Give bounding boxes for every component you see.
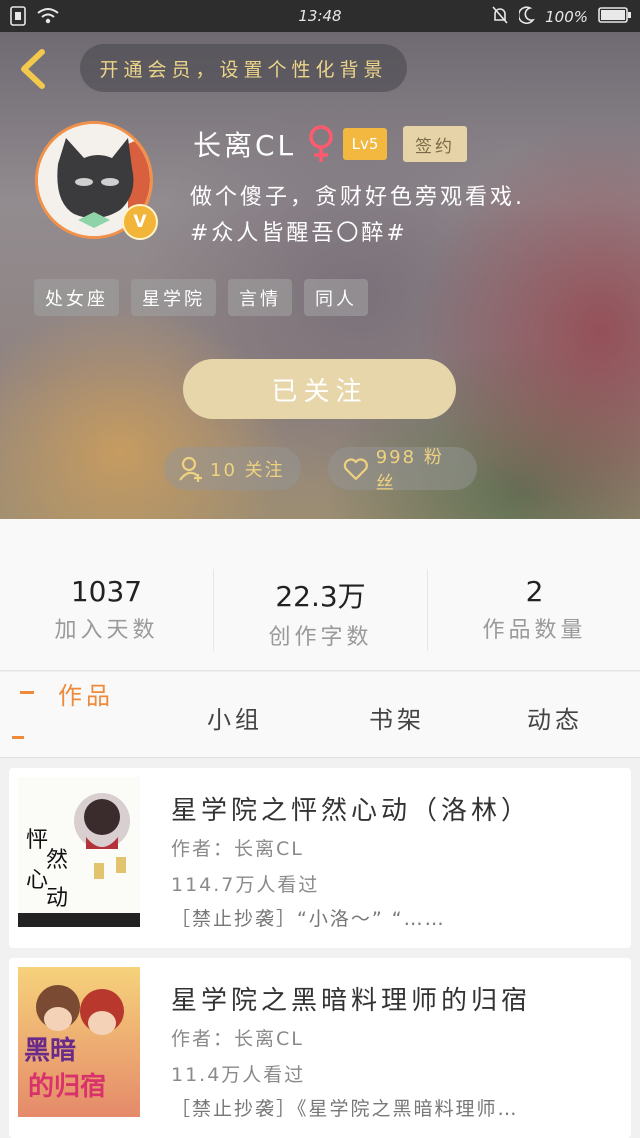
tag[interactable]: 同人	[304, 279, 368, 316]
svg-text:动: 动	[46, 886, 68, 911]
book-cover: 黑暗 的归宿	[18, 967, 140, 1117]
heart-icon	[343, 457, 368, 480]
stats-panel: 1037 加入天数 22.3万 创作字数 2 作品数量	[0, 519, 640, 671]
battery-icon	[598, 6, 632, 28]
work-title: 星学院之怦然心动（洛林）	[171, 796, 532, 826]
work-views: 114.7万人看过	[171, 874, 320, 896]
battery-percent: 100%	[545, 8, 588, 26]
svg-text:心: 心	[26, 868, 48, 893]
tag[interactable]: 言情	[228, 279, 292, 316]
stat-value: 2	[525, 575, 544, 608]
book-cover: 怦 然 心 动	[18, 777, 140, 927]
fans-count: 998 粉丝	[375, 446, 444, 494]
work-author: 作者：长离CL	[171, 838, 304, 860]
stat-word-count: 22.3万 创作字数	[214, 575, 427, 651]
moon-icon	[517, 6, 536, 28]
vip-background-banner[interactable]: 开通会员，设置个性化背景	[80, 44, 407, 92]
profile-header: 开通会员，设置个性化背景 V 长离CL Lv5 签约 做个傻子，贪财好色旁观看戏…	[0, 32, 640, 519]
username: 长离CL	[193, 129, 297, 162]
mute-icon	[491, 5, 509, 29]
work-author: 作者：长离CL	[171, 1028, 304, 1050]
svg-text:然: 然	[46, 848, 68, 873]
user-add-icon	[179, 456, 202, 482]
svg-text:黑暗: 黑暗	[24, 1036, 76, 1066]
chevron-left-icon	[21, 49, 45, 89]
followed-button[interactable]: 已关注	[183, 359, 456, 419]
status-bar: 13:48 100%	[0, 0, 640, 32]
stat-value: 22.3万	[275, 580, 366, 613]
svg-text:的归宿: 的归宿	[28, 1071, 106, 1102]
work-card[interactable]: 黑暗 的归宿 星学院之黑暗料理师的归宿 作者：长离CL 11.4万人看过 ［禁止…	[9, 958, 631, 1138]
bio: 做个傻子，贪财好色旁观看戏. #众人皆醒吾〇醉#	[190, 180, 610, 252]
stat-label: 作品数量	[482, 618, 587, 643]
work-description: ［禁止抄袭］《星学院之黑暗料理师…	[171, 1098, 519, 1120]
work-views: 11.4万人看过	[171, 1064, 306, 1086]
female-icon	[309, 125, 333, 162]
tag-list: 处女座 星学院 言情 同人	[34, 279, 368, 316]
stat-label: 创作字数	[268, 625, 373, 650]
tag[interactable]: 处女座	[34, 279, 119, 316]
stat-label: 加入天数	[54, 618, 159, 643]
back-button[interactable]	[14, 46, 54, 92]
signed-badge: 签约	[403, 126, 467, 162]
following-count: 10 关注	[210, 459, 285, 481]
tab-bookshelf[interactable]: 书架	[369, 700, 425, 735]
work-title: 星学院之黑暗料理师的归宿	[171, 986, 532, 1016]
fans-button[interactable]: 998 粉丝	[328, 447, 477, 494]
tab-works[interactable]: 作品	[58, 676, 114, 711]
stat-value: 1037	[70, 575, 143, 608]
tab-indicator	[12, 736, 24, 739]
tab-activity[interactable]: 动态	[527, 700, 583, 735]
bio-line: 做个傻子，贪财好色旁观看戏.	[190, 185, 525, 210]
work-description: ［禁止抄袭］“小洛～” “……	[171, 908, 446, 930]
stat-works-count: 2 作品数量	[428, 575, 640, 644]
vip-badge: V	[122, 204, 158, 240]
svg-text:怦: 怦	[26, 828, 48, 853]
following-button[interactable]: 10 关注	[164, 447, 301, 490]
tab-indicator	[20, 691, 34, 694]
tab-groups[interactable]: 小组	[207, 700, 263, 735]
bio-line: #众人皆醒吾〇醉#	[190, 221, 408, 246]
level-badge: Lv5	[343, 128, 387, 160]
work-card[interactable]: 怦 然 心 动 星学院之怦然心动（洛林） 作者：长离CL 114.7万人看过 ［…	[9, 768, 631, 948]
tag[interactable]: 星学院	[131, 279, 216, 316]
stat-join-days: 1037 加入天数	[0, 575, 213, 644]
tab-bar: 作品 小组 书架 动态	[0, 672, 640, 758]
